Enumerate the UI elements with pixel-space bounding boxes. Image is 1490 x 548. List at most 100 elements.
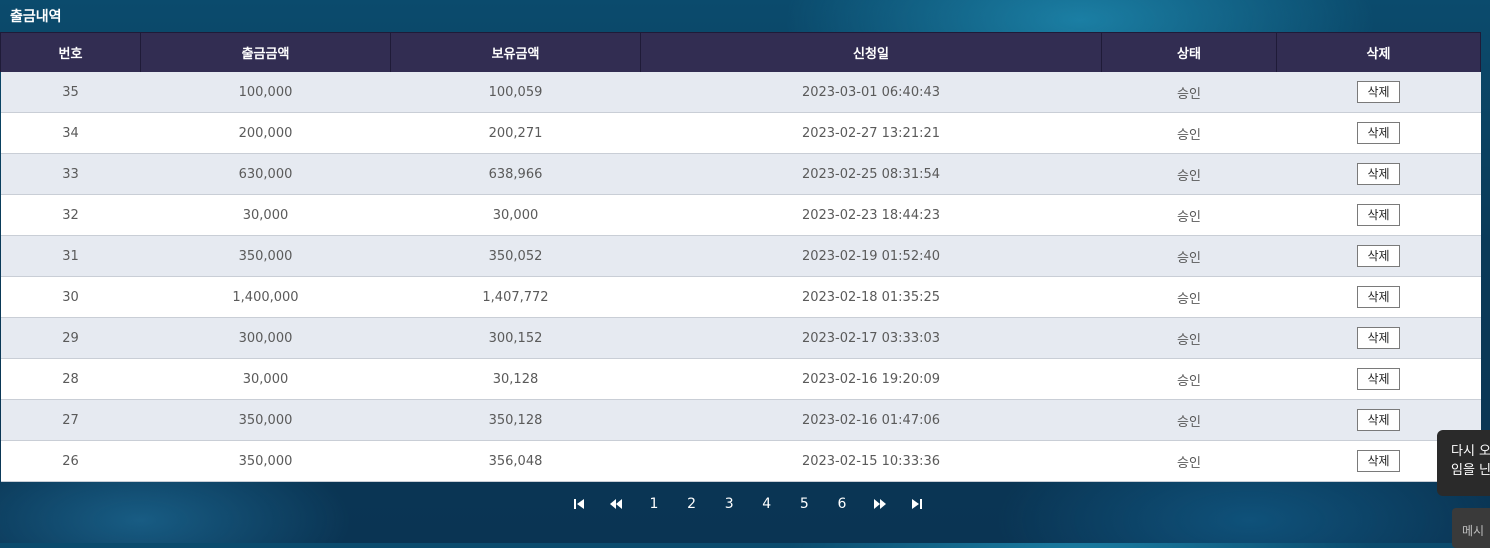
previous-page-icon[interactable] bbox=[598, 494, 636, 514]
delete-button[interactable]: 삭제 bbox=[1357, 368, 1400, 390]
delete-button[interactable]: 삭제 bbox=[1357, 204, 1400, 226]
delete-button[interactable]: 삭제 bbox=[1357, 327, 1400, 349]
cell-balance: 350,128 bbox=[390, 399, 641, 441]
message-tab[interactable]: 메시 bbox=[1452, 508, 1490, 548]
cell-withdraw-amount: 30,000 bbox=[140, 358, 391, 400]
column-header-balance: 보유금액 bbox=[390, 32, 641, 72]
table-row: 34 200,000 200,271 2023-02-27 13:21:21 승… bbox=[0, 112, 1481, 154]
cell-balance: 638,966 bbox=[390, 153, 641, 195]
cell-delete: 삭제 bbox=[1276, 358, 1481, 400]
cell-withdraw-amount: 100,000 bbox=[140, 72, 391, 113]
next-page-icon[interactable] bbox=[861, 494, 899, 514]
cell-status: 승인 bbox=[1101, 399, 1277, 441]
last-page-icon[interactable] bbox=[898, 494, 936, 514]
cell-delete: 삭제 bbox=[1276, 235, 1481, 277]
cell-number: 28 bbox=[0, 358, 141, 400]
cell-status: 승인 bbox=[1101, 276, 1277, 318]
cell-number: 32 bbox=[0, 194, 141, 236]
notification-line-2: 임을 닌 bbox=[1451, 463, 1490, 478]
cell-balance: 30,128 bbox=[390, 358, 641, 400]
cell-withdraw-amount: 630,000 bbox=[140, 153, 391, 195]
cell-request-date: 2023-02-18 01:35:25 bbox=[640, 276, 1102, 318]
cell-withdraw-amount: 200,000 bbox=[140, 112, 391, 154]
cell-request-date: 2023-02-19 01:52:40 bbox=[640, 235, 1102, 277]
cell-balance: 200,271 bbox=[390, 112, 641, 154]
notification-line-1: 다시 오 bbox=[1451, 444, 1490, 459]
table-row: 26 350,000 356,048 2023-02-15 10:33:36 승… bbox=[0, 440, 1481, 482]
cell-balance: 350,052 bbox=[390, 235, 641, 277]
cell-delete: 삭제 bbox=[1276, 317, 1481, 359]
cell-number: 27 bbox=[0, 399, 141, 441]
cell-status: 승인 bbox=[1101, 153, 1277, 195]
cell-request-date: 2023-02-17 03:33:03 bbox=[640, 317, 1102, 359]
page-link-3[interactable]: 3 bbox=[710, 494, 748, 514]
cell-number: 35 bbox=[0, 72, 141, 113]
cell-number: 33 bbox=[0, 153, 141, 195]
table-row: 33 630,000 638,966 2023-02-25 08:31:54 승… bbox=[0, 153, 1481, 195]
cell-number: 29 bbox=[0, 317, 141, 359]
withdrawal-table: 번호 출금금액 보유금액 신청일 상태 삭제 35 100,000 100,05… bbox=[0, 32, 1481, 482]
cell-delete: 삭제 bbox=[1276, 112, 1481, 154]
cell-request-date: 2023-02-25 08:31:54 bbox=[640, 153, 1102, 195]
cell-request-date: 2023-03-01 06:40:43 bbox=[640, 72, 1102, 113]
cell-request-date: 2023-02-23 18:44:23 bbox=[640, 194, 1102, 236]
cell-status: 승인 bbox=[1101, 72, 1277, 113]
cell-status: 승인 bbox=[1101, 358, 1277, 400]
page-link-2[interactable]: 2 bbox=[673, 494, 711, 514]
delete-button[interactable]: 삭제 bbox=[1357, 286, 1400, 308]
cell-status: 승인 bbox=[1101, 317, 1277, 359]
cell-balance: 1,407,772 bbox=[390, 276, 641, 318]
delete-button[interactable]: 삭제 bbox=[1357, 122, 1400, 144]
table-row: 32 30,000 30,000 2023-02-23 18:44:23 승인 … bbox=[0, 194, 1481, 236]
cell-withdraw-amount: 350,000 bbox=[140, 399, 391, 441]
cell-request-date: 2023-02-27 13:21:21 bbox=[640, 112, 1102, 154]
cell-status: 승인 bbox=[1101, 112, 1277, 154]
delete-button[interactable]: 삭제 bbox=[1357, 450, 1400, 472]
page-link-4[interactable]: 4 bbox=[748, 494, 786, 514]
cell-balance: 100,059 bbox=[390, 72, 641, 113]
cell-withdraw-amount: 300,000 bbox=[140, 317, 391, 359]
cell-request-date: 2023-02-16 19:20:09 bbox=[640, 358, 1102, 400]
column-header-withdraw-amount: 출금금액 bbox=[140, 32, 391, 72]
table-row: 30 1,400,000 1,407,772 2023-02-18 01:35:… bbox=[0, 276, 1481, 318]
delete-button[interactable]: 삭제 bbox=[1357, 409, 1400, 431]
table-row: 28 30,000 30,128 2023-02-16 19:20:09 승인 … bbox=[0, 358, 1481, 400]
table-row: 27 350,000 350,128 2023-02-16 01:47:06 승… bbox=[0, 399, 1481, 441]
cell-withdraw-amount: 350,000 bbox=[140, 235, 391, 277]
cell-request-date: 2023-02-15 10:33:36 bbox=[640, 440, 1102, 482]
delete-button[interactable]: 삭제 bbox=[1357, 81, 1400, 103]
table-row: 29 300,000 300,152 2023-02-17 03:33:03 승… bbox=[0, 317, 1481, 359]
column-header-delete: 삭제 bbox=[1276, 32, 1481, 72]
cell-status: 승인 bbox=[1101, 440, 1277, 482]
first-page-icon[interactable] bbox=[560, 494, 598, 514]
page-link-5[interactable]: 5 bbox=[786, 494, 824, 514]
cell-delete: 삭제 bbox=[1276, 276, 1481, 318]
table-header-row: 번호 출금금액 보유금액 신청일 상태 삭제 bbox=[0, 32, 1481, 72]
cell-status: 승인 bbox=[1101, 235, 1277, 277]
cell-number: 34 bbox=[0, 112, 141, 154]
cell-balance: 30,000 bbox=[390, 194, 641, 236]
column-header-number: 번호 bbox=[0, 32, 141, 72]
delete-button[interactable]: 삭제 bbox=[1357, 163, 1400, 185]
cell-delete: 삭제 bbox=[1276, 153, 1481, 195]
delete-button[interactable]: 삭제 bbox=[1357, 245, 1400, 267]
message-tab-label: 메시 bbox=[1462, 524, 1485, 538]
cell-number: 26 bbox=[0, 440, 141, 482]
pagination: 1 2 3 4 5 6 bbox=[560, 494, 936, 514]
cell-withdraw-amount: 1,400,000 bbox=[140, 276, 391, 318]
cell-delete: 삭제 bbox=[1276, 194, 1481, 236]
cell-delete: 삭제 bbox=[1276, 72, 1481, 113]
panel-title: 출금내역 bbox=[10, 9, 62, 25]
column-header-request-date: 신청일 bbox=[640, 32, 1102, 72]
table-row: 31 350,000 350,052 2023-02-19 01:52:40 승… bbox=[0, 235, 1481, 277]
column-header-status: 상태 bbox=[1101, 32, 1277, 72]
cell-withdraw-amount: 30,000 bbox=[140, 194, 391, 236]
page-link-1[interactable]: 1 bbox=[635, 494, 673, 514]
cell-balance: 300,152 bbox=[390, 317, 641, 359]
cell-balance: 356,048 bbox=[390, 440, 641, 482]
page-link-6[interactable]: 6 bbox=[823, 494, 861, 514]
notification-popup[interactable]: 다시 오 임을 닌 bbox=[1437, 430, 1490, 496]
cell-withdraw-amount: 350,000 bbox=[140, 440, 391, 482]
cell-status: 승인 bbox=[1101, 194, 1277, 236]
cell-number: 30 bbox=[0, 276, 141, 318]
